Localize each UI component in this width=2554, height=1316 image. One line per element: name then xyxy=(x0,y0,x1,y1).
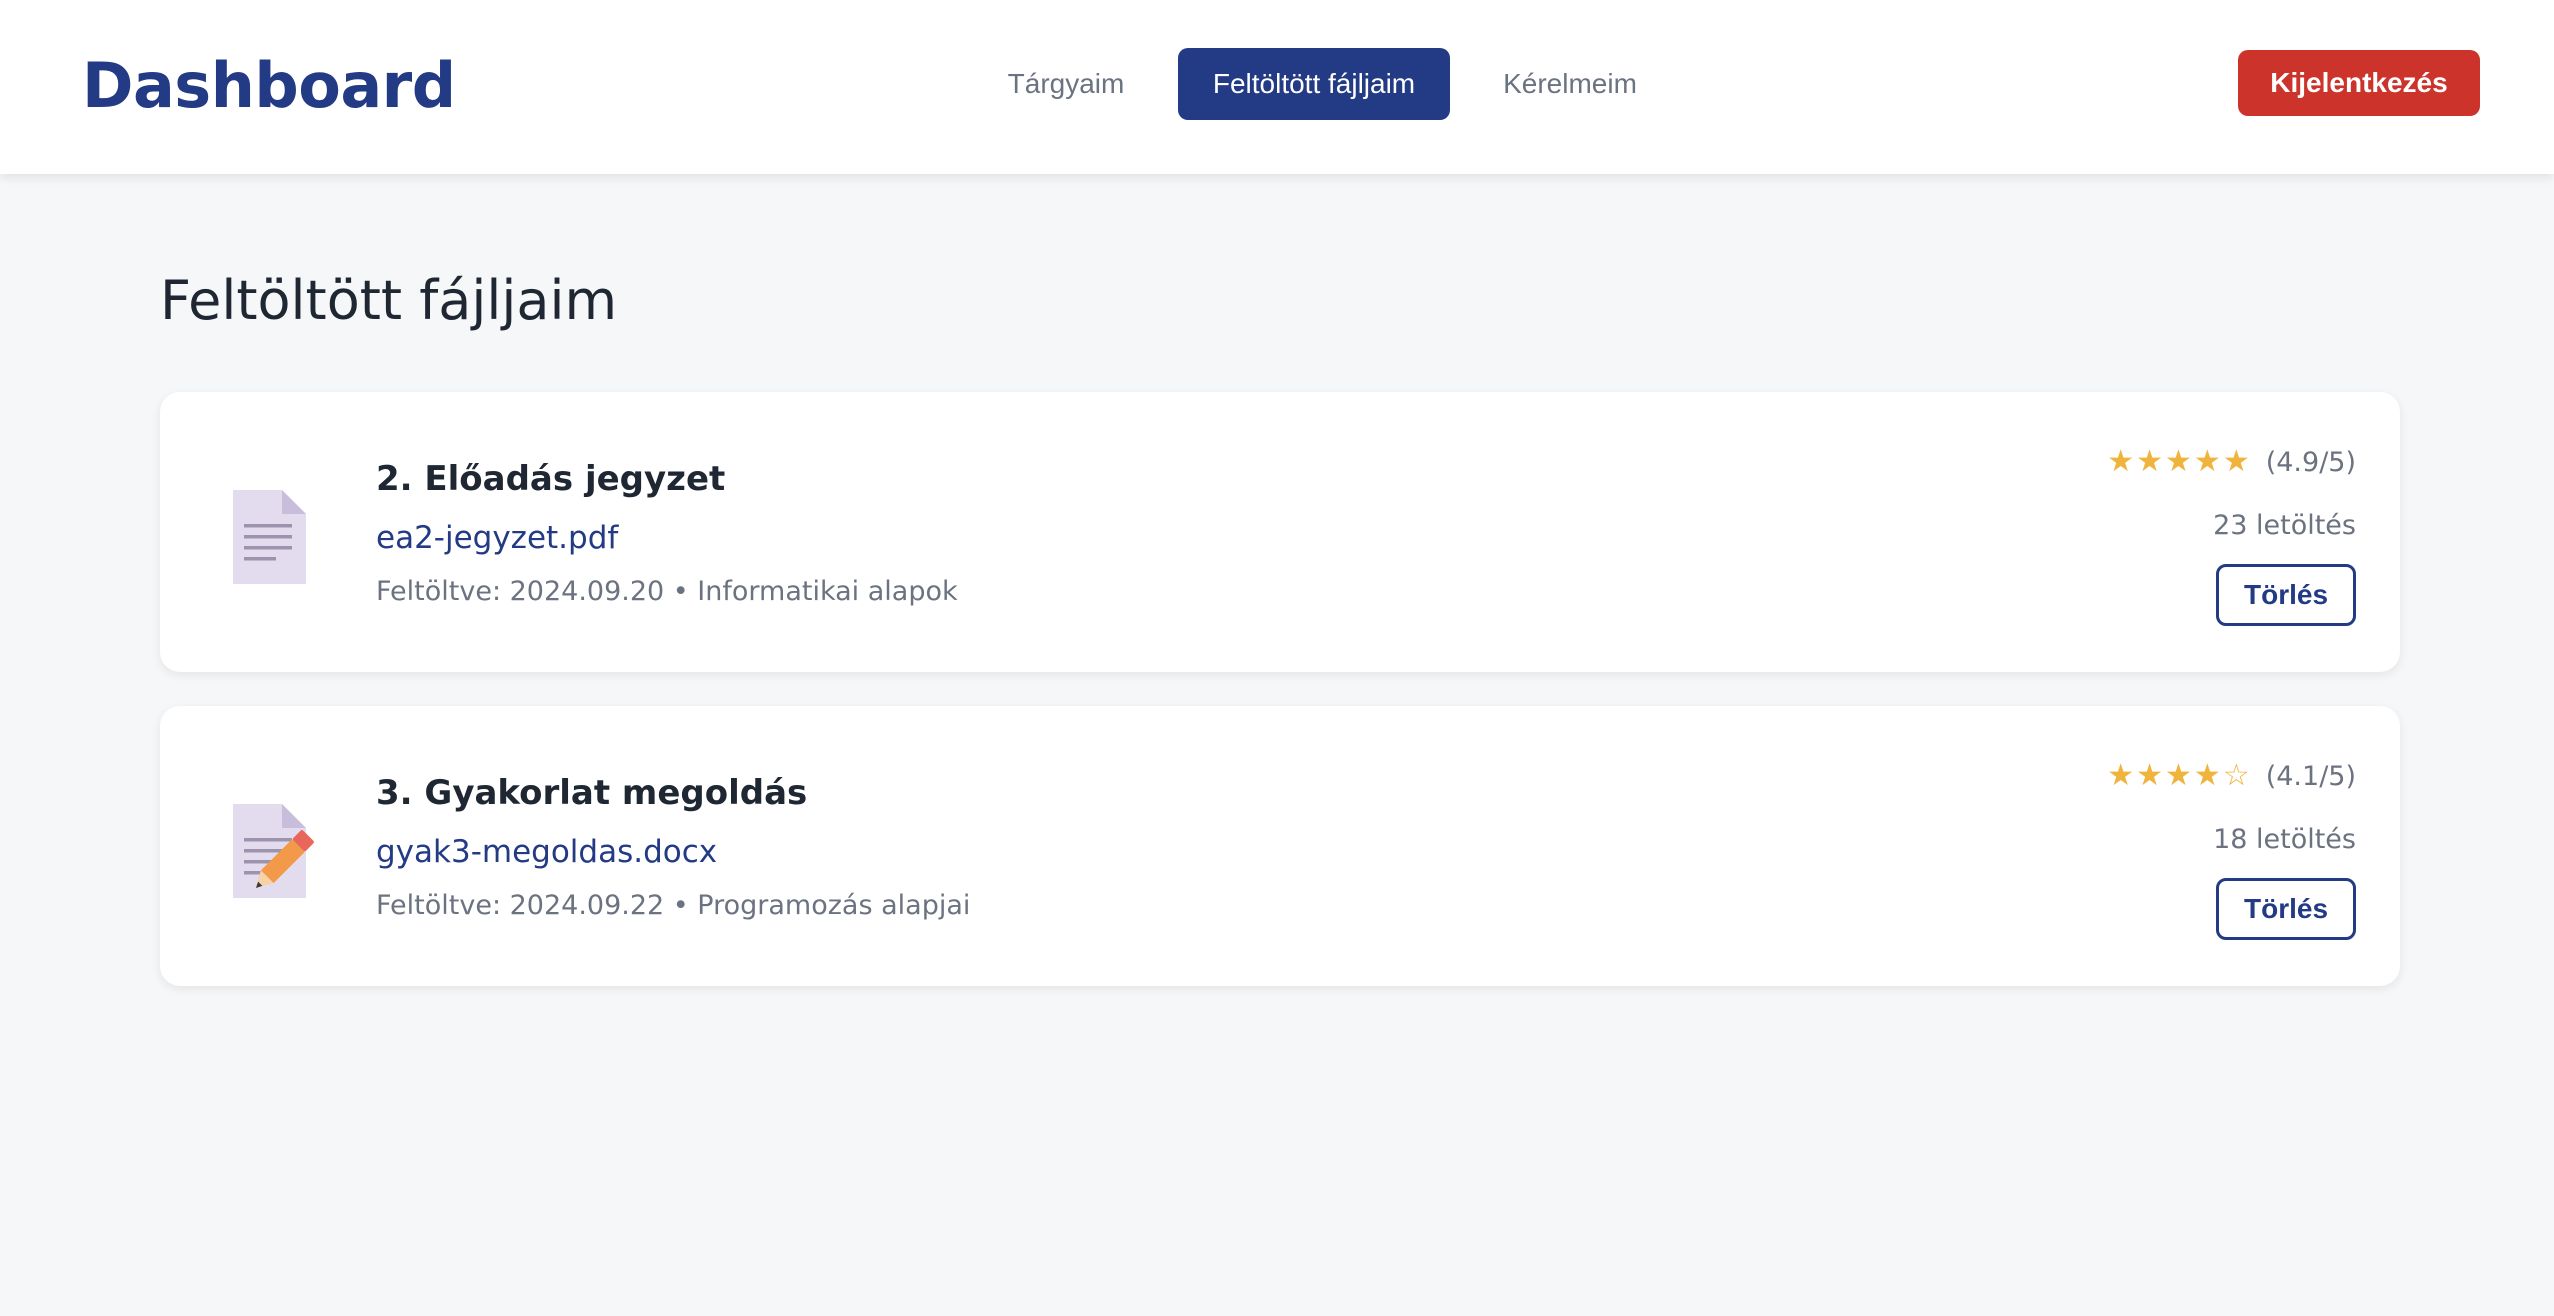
page-title: Feltöltött fájljaim xyxy=(160,269,618,332)
file-download-link[interactable]: ea2-jegyzet.pdf xyxy=(376,514,618,562)
file-title: 3. Gyakorlat megoldás xyxy=(376,773,808,813)
tab-targyaim[interactable]: Tárgyaim xyxy=(984,48,1148,120)
tab-feltoltott-fajljaim[interactable]: Feltöltött fájljaim xyxy=(1178,48,1450,120)
star-rating-icon: ★★★★☆ xyxy=(2107,758,2252,793)
logout-button[interactable]: Kijelentkezés xyxy=(2238,50,2480,116)
rating-value: (4.9/5) xyxy=(2265,447,2356,478)
tab-kerelmeim[interactable]: Kérelmeim xyxy=(1478,48,1662,120)
delete-button[interactable]: Törlés xyxy=(2216,564,2356,626)
document-edit-icon xyxy=(230,802,330,902)
file-meta: Feltöltve: 2024.09.20 • Informatikai ala… xyxy=(376,576,958,607)
rating-value: (4.1/5) xyxy=(2265,761,2356,792)
delete-button[interactable]: Törlés xyxy=(2216,878,2356,940)
file-meta: Feltöltve: 2024.09.22 • Programozás alap… xyxy=(376,890,971,921)
top-header: Dashboard Tárgyaim Feltöltött fájljaim K… xyxy=(0,0,2554,174)
rating: ★★★★★ (4.9/5) xyxy=(2107,440,2356,488)
document-icon xyxy=(230,488,330,588)
file-card: 3. Gyakorlat megoldás gyak3-megoldas.doc… xyxy=(160,706,2400,986)
download-count: 23 letöltés xyxy=(2213,510,2356,541)
file-title: 2. Előadás jegyzet xyxy=(376,459,726,499)
file-download-link[interactable]: gyak3-megoldas.docx xyxy=(376,828,717,876)
star-rating-icon: ★★★★★ xyxy=(2107,444,2252,479)
rating: ★★★★☆ (4.1/5) xyxy=(2107,754,2356,802)
main-nav: Tárgyaim Feltöltött fájljaim Kérelmeim xyxy=(0,48,2554,120)
download-count: 18 letöltés xyxy=(2213,824,2356,855)
file-card: 2. Előadás jegyzet ea2-jegyzet.pdf Feltö… xyxy=(160,392,2400,672)
